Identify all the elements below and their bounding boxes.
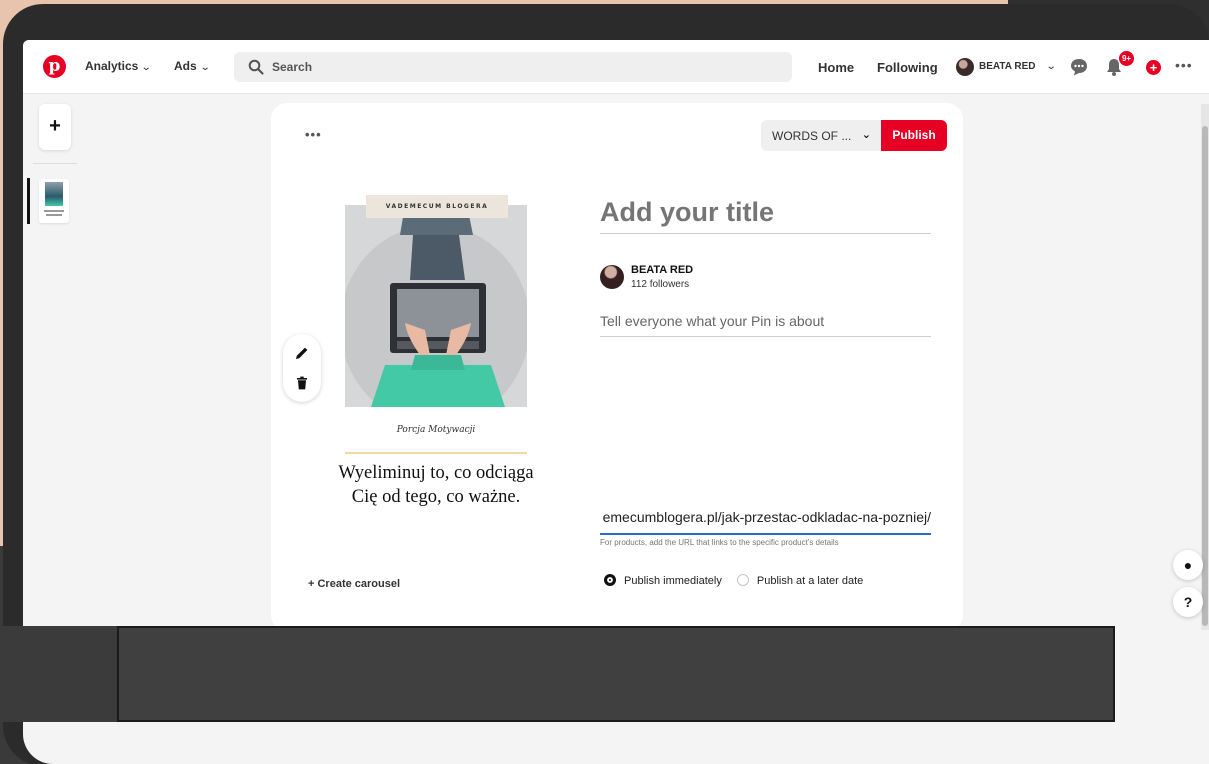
pinterest-logo-icon[interactable]: p	[43, 55, 66, 78]
draft-pin-thumbnail[interactable]	[39, 179, 69, 223]
pin-photo-image	[345, 205, 527, 407]
avatar[interactable]	[956, 58, 974, 76]
more-options-icon[interactable]: •••	[1175, 57, 1193, 73]
delete-trash-icon[interactable]	[294, 375, 310, 391]
thumbnail-text-line	[44, 210, 64, 212]
search-input[interactable]: Search	[234, 52, 792, 82]
pin-caption: Porcja Motywacji	[396, 425, 476, 435]
selected-draft-marker	[27, 178, 30, 224]
dark-overlay-left	[0, 626, 117, 722]
page-scrollbar[interactable]	[1201, 104, 1209, 630]
add-pin-button[interactable]: +	[39, 104, 71, 150]
publish-later-option[interactable]: Publish at a later date	[736, 574, 864, 587]
home-link[interactable]: Home	[818, 60, 854, 75]
edit-pencil-icon[interactable]	[294, 345, 310, 361]
analytics-menu[interactable]: Analytics ⌄	[85, 59, 153, 73]
radio-selected-icon	[604, 574, 616, 586]
user-menu-chevron-icon[interactable]: ⌄	[1043, 58, 1057, 72]
publish-later-label: Publish at a later date	[756, 575, 864, 587]
destination-link-hint: For products, add the URL that links to …	[600, 538, 839, 547]
ads-menu-label: Ads	[174, 59, 197, 73]
pin-quote: Wyeliminuj to, co odciąga Cię od tego, c…	[338, 463, 534, 507]
author-avatar	[600, 265, 624, 289]
dark-overlay-box	[117, 626, 1115, 722]
radio-unselected-icon	[736, 574, 749, 586]
thumbnail-text-line	[46, 214, 62, 216]
pin-brand-label: VADEMECUM BLOGERA	[366, 195, 508, 218]
scrollbar-thumb[interactable]	[1202, 126, 1208, 626]
description-placeholder: Tell everyone what your Pin is about	[600, 313, 825, 329]
title-input[interactable]	[600, 191, 931, 234]
pin-divider	[345, 452, 527, 454]
publish-button[interactable]: Publish	[881, 120, 947, 151]
create-plus-icon[interactable]: +	[1146, 60, 1161, 75]
rail-divider	[33, 163, 77, 164]
following-link[interactable]: Following	[877, 60, 938, 75]
user-menu-name[interactable]: BEATA RED	[979, 61, 1035, 72]
create-carousel-button[interactable]: + Create carousel	[308, 578, 400, 590]
author-name: BEATA RED	[631, 264, 694, 276]
thumbnail-image	[45, 182, 63, 206]
chevron-down-icon: ⌄	[199, 62, 211, 73]
search-placeholder: Search	[272, 60, 313, 74]
search-icon	[248, 59, 264, 75]
analytics-menu-label: Analytics	[85, 59, 139, 73]
board-select[interactable]: WORDS OF ... ⌄	[761, 120, 881, 151]
destination-link-field[interactable]: emecumblogera.pl/jak-przestac-odkladac-n…	[600, 503, 931, 535]
author-followers: 112 followers	[631, 279, 690, 290]
destination-link-value: emecumblogera.pl/jak-przestac-odkladac-n…	[602, 509, 931, 525]
chevron-down-icon: ⌄	[861, 129, 871, 141]
publish-immediately-label: Publish immediately	[624, 575, 722, 587]
board-select-label: WORDS OF ...	[772, 129, 852, 143]
publish-immediately-option[interactable]: Publish immediately	[604, 574, 722, 587]
pin-edit-tools	[283, 334, 321, 402]
chevron-down-icon: ⌄	[141, 62, 153, 73]
card-more-options-icon[interactable]: •••	[305, 127, 322, 142]
help-question-icon[interactable]: ?	[1173, 587, 1203, 617]
pin-preview[interactable]: VADEMECUM BLOGERA Porcja Motywacji Wyeli…	[302, 165, 570, 567]
ads-menu[interactable]: Ads ⌄	[174, 59, 211, 73]
publish-schedule-options: Publish immediately Publish at a later d…	[604, 574, 863, 587]
messages-icon[interactable]	[1069, 57, 1089, 77]
pin-builder-card: ••• WORDS OF ... ⌄ Publish VADEMECUM BLO…	[271, 103, 963, 631]
tips-lightbulb-icon[interactable]: ●	[1173, 550, 1203, 580]
top-navigation: p Analytics ⌄ Ads ⌄ Search Home Following …	[23, 40, 1209, 94]
notifications-badge: 9+	[1119, 51, 1134, 66]
